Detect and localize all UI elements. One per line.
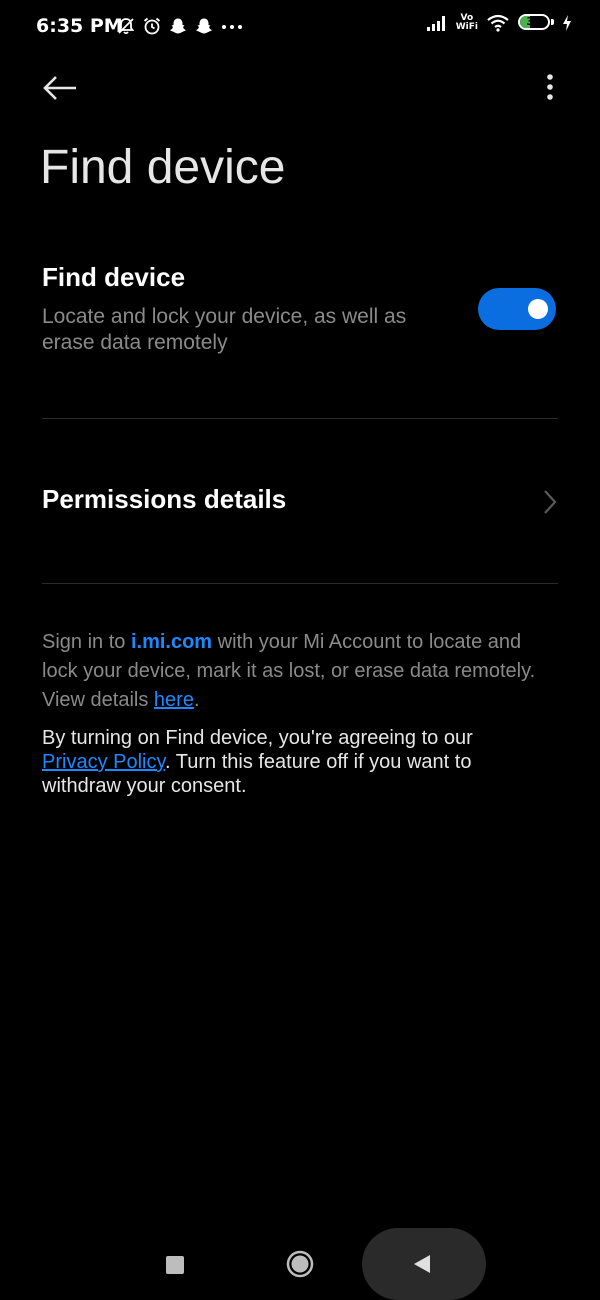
battery-indicator: 35: [518, 14, 554, 32]
signal-icon: [426, 14, 448, 32]
vowifi-bottom: WiFi: [455, 22, 478, 32]
bell-off-icon: [116, 16, 136, 36]
nav-back-button[interactable]: [362, 1228, 486, 1300]
view-details-link[interactable]: here: [154, 689, 194, 711]
privacy-policy-link[interactable]: Privacy Policy: [42, 751, 165, 773]
vowifi-indicator: Vo WiFi: [456, 14, 478, 32]
snapchat-icon: [168, 16, 188, 36]
home-icon: [286, 1250, 314, 1278]
find-device-setting-row[interactable]: Find device Locate and lock your device,…: [42, 262, 558, 382]
more-options-button[interactable]: [530, 70, 560, 106]
battery-tip: [551, 19, 554, 25]
alarm-icon: [142, 16, 162, 36]
permissions-details-title: Permissions details: [42, 484, 287, 514]
divider: [42, 418, 558, 419]
chevron-right-icon: [544, 490, 557, 514]
toggle-knob: [528, 299, 548, 319]
snapchat-icon: [194, 16, 214, 36]
notification-icons: [116, 16, 244, 36]
domain-link[interactable]: i.mi.com: [131, 631, 212, 653]
consent-text: By turning on Find device, you're agreei…: [42, 726, 542, 798]
status-time: 6:35 PM: [36, 15, 123, 37]
info-text: Sign in to i.mi.com with your Mi Account…: [42, 628, 542, 715]
divider: [42, 583, 558, 584]
battery-level: 35: [526, 15, 542, 28]
recents-button[interactable]: [166, 1256, 184, 1274]
home-button[interactable]: [286, 1250, 314, 1278]
find-device-setting-description: Locate and lock your device, as well as …: [42, 305, 407, 354]
system-icons: Vo WiFi 35: [426, 14, 572, 32]
consent-text-part: By turning on Find device, you're agreei…: [42, 727, 473, 749]
find-device-toggle[interactable]: [478, 288, 556, 330]
charging-bolt-icon: [562, 14, 572, 32]
arrow-left-icon: [43, 76, 76, 100]
back-triangle-icon: [414, 1255, 430, 1273]
find-device-setting-title: Find device: [42, 262, 186, 292]
page-title: Find device: [40, 141, 286, 194]
more-vertical-icon: [547, 74, 553, 100]
status-bar: 6:35 PM Vo WiFi 35: [0, 0, 600, 56]
info-text-part: Sign in to: [42, 631, 131, 653]
more-notifications-icon: [220, 16, 244, 36]
info-text-part: .: [193, 689, 200, 711]
permissions-details-row[interactable]: Permissions details: [42, 470, 558, 534]
wifi-icon: [486, 14, 510, 32]
back-button[interactable]: [40, 70, 80, 106]
